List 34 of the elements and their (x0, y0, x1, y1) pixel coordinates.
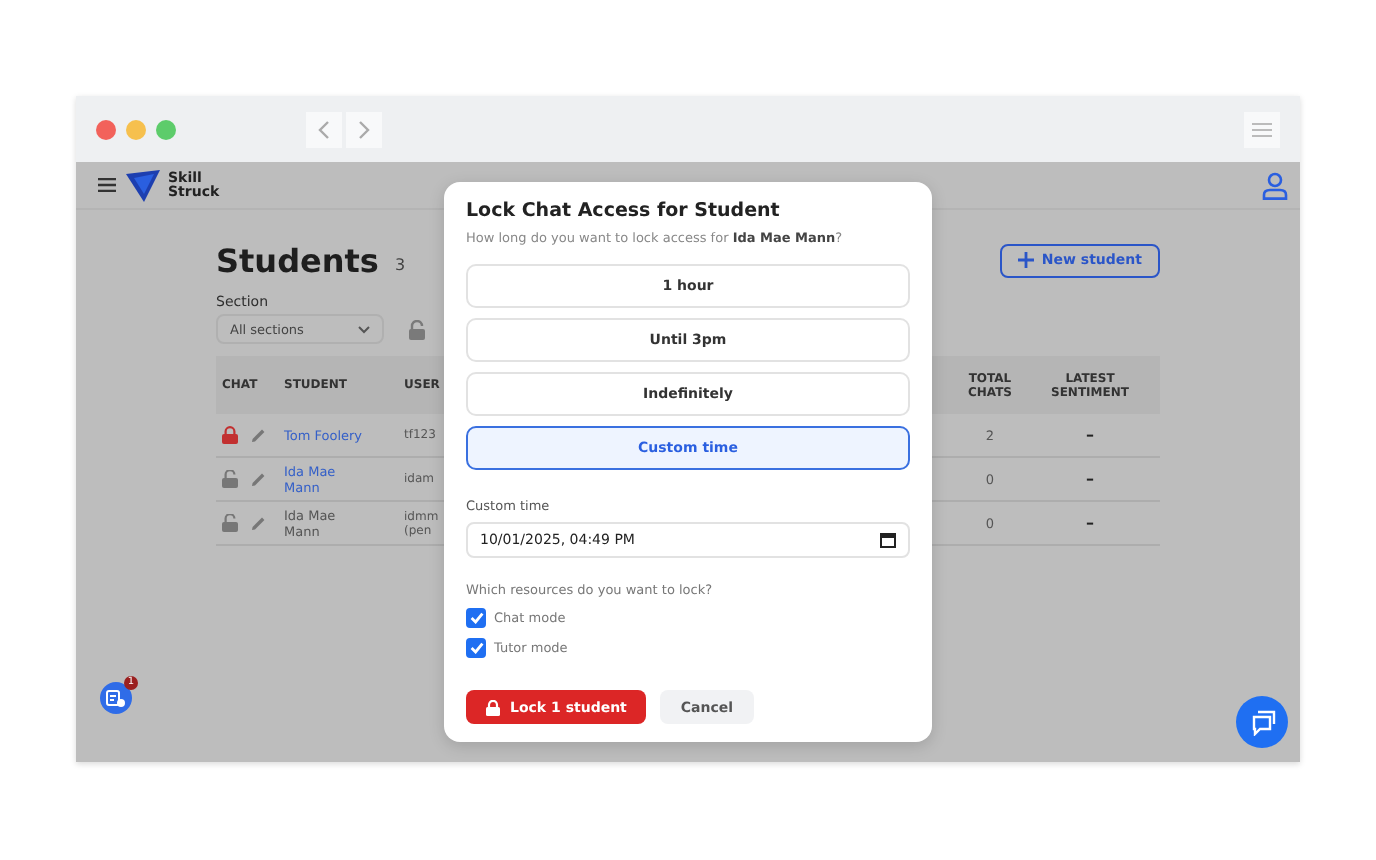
table-cell-text: – (1084, 426, 1096, 444)
logo-icon (126, 169, 160, 201)
chevron-down-icon (358, 325, 370, 333)
page-title: Students (216, 241, 379, 279)
calendar-icon[interactable] (880, 532, 896, 548)
lock-icon (486, 699, 500, 715)
student-count: 3 (394, 255, 406, 273)
forward-button[interactable] (346, 111, 382, 147)
document-icon (106, 689, 126, 707)
chevron-left-icon (316, 119, 332, 139)
pencil-icon[interactable] (250, 471, 266, 487)
checkbox[interactable] (466, 638, 486, 658)
pencil-icon[interactable] (250, 427, 266, 443)
user-icon[interactable] (1262, 171, 1288, 199)
plus-icon (1017, 252, 1034, 268)
lock-icon[interactable] (222, 426, 238, 444)
dialog-title: Lock Chat Access for Student (466, 200, 782, 222)
table-cell-text: – (1084, 514, 1096, 532)
close-button[interactable] (96, 119, 116, 139)
pencil-icon[interactable] (250, 515, 266, 531)
minimize-button[interactable] (126, 119, 146, 139)
lock-icon[interactable] (408, 319, 426, 339)
unlocked-icon[interactable] (222, 470, 238, 488)
unlocked-icon[interactable] (222, 514, 238, 532)
back-button[interactable] (306, 111, 342, 147)
chat-button[interactable] (1236, 696, 1288, 748)
menu-icon[interactable] (98, 178, 116, 192)
table-cell-text: – (1084, 470, 1096, 488)
maximize-button[interactable] (156, 119, 176, 139)
chevron-right-icon (356, 119, 372, 139)
chat-icon (1248, 709, 1276, 735)
sidebar-toggle-button[interactable] (1244, 111, 1280, 147)
menu-icon (1252, 121, 1272, 137)
checkbox[interactable] (466, 608, 486, 628)
